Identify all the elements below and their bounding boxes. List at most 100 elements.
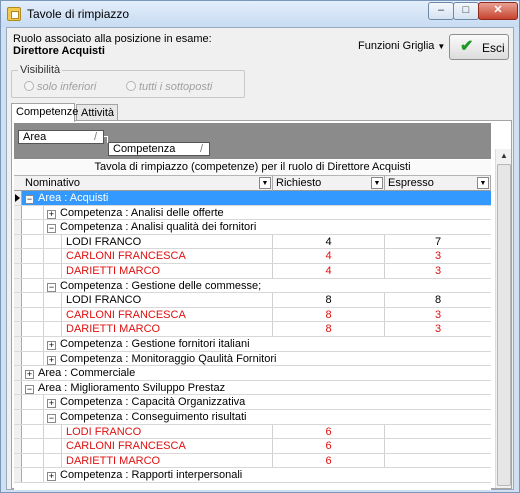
tab-competenze[interactable]: Competenze <box>11 103 78 122</box>
collapse-icon[interactable]: − <box>47 413 56 423</box>
row-selector[interactable] <box>14 234 22 249</box>
expand-icon[interactable]: + <box>47 355 56 365</box>
cell-espresso[interactable]: 3 <box>385 249 491 263</box>
grid-row-area[interactable]: − Area : Acquisti <box>14 191 491 206</box>
row-selector[interactable] <box>14 380 22 395</box>
grid-row-person[interactable]: CARLONI FRANCESCA 6 <box>14 439 491 454</box>
expand-icon[interactable]: + <box>47 472 56 482</box>
row-selector[interactable] <box>14 263 22 278</box>
cell-richiesto[interactable]: 8 <box>273 293 385 307</box>
row-selector[interactable] <box>14 205 22 220</box>
radio-all-subordinates[interactable]: tutti i sottoposti <box>126 81 212 93</box>
row-selector[interactable] <box>14 468 22 482</box>
grid-row-comp[interactable]: + Competenza : Rapporti interpersonali <box>14 468 491 483</box>
cell-richiesto[interactable]: 8 <box>273 307 385 322</box>
collapse-icon[interactable]: − <box>47 224 56 234</box>
group-chip-competenza[interactable]: Competenza / <box>108 142 210 156</box>
filter-dropdown-icon[interactable]: ▼ <box>371 177 383 189</box>
grid-row-person[interactable]: LODI FRANCO 8 8 <box>14 293 491 308</box>
filter-dropdown-icon[interactable]: ▼ <box>477 177 489 189</box>
column-header-espresso[interactable]: Espresso ▼ <box>385 176 491 191</box>
row-selector[interactable] <box>14 366 22 380</box>
vertical-scrollbar[interactable]: ▲ <box>495 149 511 488</box>
row-selector[interactable] <box>14 191 22 205</box>
row-selector[interactable] <box>14 409 22 424</box>
row-selector[interactable] <box>14 307 22 322</box>
grid-row-person[interactable]: DARIETTI MARCO 4 3 <box>14 263 491 279</box>
grid-row-comp[interactable]: − Competenza : Gestione delle commesse; <box>14 278 491 294</box>
cell-espresso[interactable]: 3 <box>385 264 491 278</box>
cell-espresso[interactable] <box>385 454 491 468</box>
close-button[interactable]: ✕ <box>478 2 518 20</box>
row-selector[interactable] <box>14 336 22 351</box>
row-selector[interactable] <box>14 249 22 263</box>
cell-nominativo[interactable]: LODI FRANCO <box>62 424 273 439</box>
grid-row-comp[interactable]: + Competenza : Monitoraggio Qaulità Forni… <box>14 351 491 367</box>
title-bar[interactable]: Tavole di rimpiazzo – □ ✕ <box>1 1 519 27</box>
grid-row-person[interactable]: DARIETTI MARCO 8 3 <box>14 322 491 337</box>
scrollbar-thumb[interactable] <box>497 164 511 486</box>
cell-nominativo[interactable]: LODI FRANCO <box>62 234 273 249</box>
cell-espresso[interactable]: 8 <box>385 293 491 307</box>
expand-icon[interactable]: + <box>25 370 34 380</box>
group-chip-area[interactable]: Area / <box>18 130 104 144</box>
grid-row-comp[interactable]: − Competenza : Analisi qualità dei fornit… <box>14 220 491 235</box>
cell-nominativo[interactable]: LODI FRANCO <box>62 293 273 307</box>
grid-row-comp[interactable]: + Competenza : Analisi delle offerte <box>14 205 491 221</box>
scroll-up-arrow-icon[interactable]: ▲ <box>496 149 512 163</box>
minimize-button[interactable]: – <box>428 2 454 20</box>
row-selector[interactable] <box>14 351 22 366</box>
grid-row-person[interactable]: LODI FRANCO 6 <box>14 424 491 440</box>
cell-nominativo[interactable]: DARIETTI MARCO <box>62 263 273 278</box>
cell-espresso[interactable]: 3 <box>385 308 491 322</box>
cell-richiesto[interactable]: 8 <box>273 322 385 336</box>
cell-espresso[interactable]: 7 <box>385 235 491 249</box>
row-selector[interactable] <box>14 220 22 234</box>
grid-row-person[interactable]: DARIETTI MARCO 6 <box>14 453 491 469</box>
column-header-richiesto[interactable]: Richiesto ▼ <box>273 176 385 191</box>
cell-espresso[interactable]: 3 <box>385 322 491 336</box>
grid-row-area[interactable]: − Area : Miglioramento Sviluppo Prestaz <box>14 380 491 396</box>
row-selector[interactable] <box>14 424 22 439</box>
grid-functions-menu[interactable]: Funzioni Griglia ▼ <box>358 40 445 52</box>
cell-richiesto[interactable]: 4 <box>273 263 385 278</box>
cell-richiesto[interactable]: 4 <box>273 249 385 263</box>
row-selector[interactable] <box>14 395 22 409</box>
cell-nominativo[interactable]: CARLONI FRANCESCA <box>62 439 273 453</box>
row-selector[interactable] <box>14 278 22 293</box>
filter-dropdown-icon[interactable]: ▼ <box>259 177 271 189</box>
column-header-nominativo[interactable]: Nominativo ▼ <box>22 176 273 191</box>
expand-icon[interactable]: + <box>47 340 56 350</box>
grid-row-person[interactable]: LODI FRANCO 4 7 <box>14 234 491 250</box>
grid-row-area[interactable]: + Area : Commerciale <box>14 366 491 381</box>
cell-nominativo[interactable]: DARIETTI MARCO <box>62 322 273 336</box>
expand-icon[interactable]: + <box>47 399 56 409</box>
exit-button[interactable]: ✔ Esci <box>449 34 509 60</box>
cell-richiesto[interactable]: 4 <box>273 234 385 249</box>
expand-icon[interactable]: + <box>47 209 56 219</box>
cell-espresso[interactable] <box>385 425 491 439</box>
maximize-button[interactable]: □ <box>453 2 479 20</box>
tab-attivita[interactable]: Attività <box>76 104 118 121</box>
cell-richiesto[interactable]: 6 <box>273 453 385 468</box>
grid-row-person[interactable]: CARLONI FRANCESCA 4 3 <box>14 249 491 264</box>
cell-nominativo[interactable]: DARIETTI MARCO <box>62 453 273 468</box>
collapse-icon[interactable]: − <box>25 195 34 204</box>
row-selector[interactable] <box>14 293 22 307</box>
cell-nominativo[interactable]: CARLONI FRANCESCA <box>62 249 273 263</box>
grid-row-comp[interactable]: + Competenza : Capacità Organizzativa <box>14 395 491 410</box>
grid-row-comp[interactable]: − Competenza : Conseguimento risultati <box>14 409 491 425</box>
cell-espresso[interactable] <box>385 439 491 453</box>
row-selector[interactable] <box>14 453 22 468</box>
grid-row-comp[interactable]: + Competenza : Gestione fornitori italian… <box>14 336 491 352</box>
grid-row-person[interactable]: CARLONI FRANCESCA 8 3 <box>14 307 491 323</box>
row-selector[interactable] <box>14 322 22 336</box>
cell-nominativo[interactable]: CARLONI FRANCESCA <box>62 307 273 322</box>
cell-richiesto[interactable]: 6 <box>273 424 385 439</box>
visibility-legend: Visibilità <box>18 64 63 76</box>
collapse-icon[interactable]: − <box>47 282 56 292</box>
cell-richiesto[interactable]: 6 <box>273 439 385 453</box>
row-selector[interactable] <box>14 439 22 453</box>
radio-only-subordinates[interactable]: solo inferiori <box>24 81 96 93</box>
collapse-icon[interactable]: − <box>25 384 34 394</box>
